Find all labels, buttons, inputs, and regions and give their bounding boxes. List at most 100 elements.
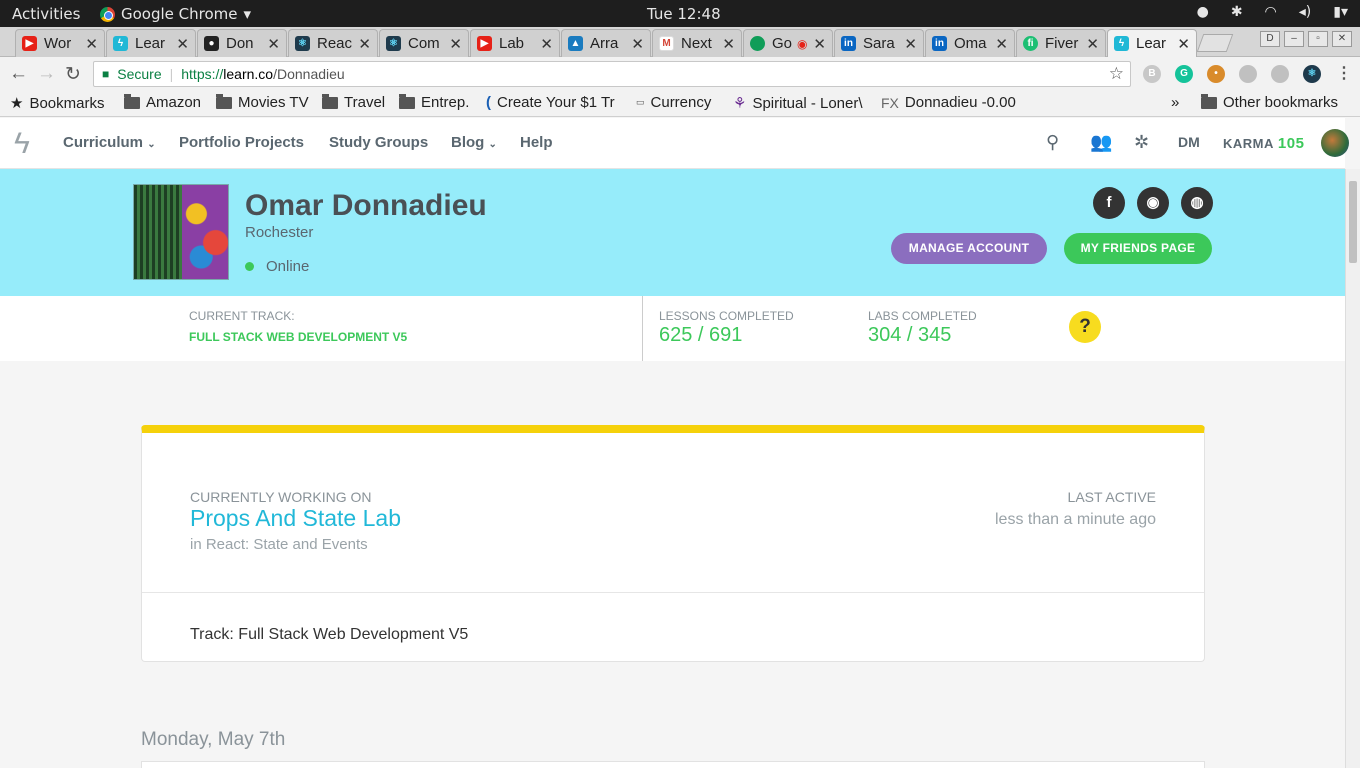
extension-b-icon[interactable]: B	[1143, 65, 1161, 83]
current-unit: in React: State and Events	[190, 536, 368, 553]
close-icon[interactable]: ✕	[449, 35, 462, 53]
tab-label: Go	[772, 35, 793, 52]
browser-tab[interactable]: in Sara ✕	[834, 29, 924, 57]
activities-button[interactable]: Activities	[12, 5, 80, 23]
app-name: Google Chrome	[121, 5, 238, 23]
nav-help[interactable]: Help	[520, 134, 553, 151]
track-label: CURRENT TRACK:	[189, 309, 295, 323]
close-icon[interactable]: ✕	[813, 35, 826, 53]
user-avatar[interactable]	[1321, 129, 1349, 157]
globe-icon[interactable]: ◍	[1181, 187, 1213, 219]
volume-icon[interactable]: ◂)	[1299, 4, 1312, 20]
browser-tab[interactable]: Go ◉ ✕	[743, 29, 833, 57]
direct-messages-button[interactable]: DM	[1178, 134, 1200, 150]
close-icon[interactable]: ✕	[176, 35, 189, 53]
close-icon[interactable]: ✕	[267, 35, 280, 53]
zoom-icon[interactable]: ●	[1197, 4, 1209, 20]
github-icon[interactable]: ◉	[1137, 187, 1169, 219]
react-devtools-icon[interactable]: ⚛	[1303, 65, 1321, 83]
wifi-icon[interactable]: ◠	[1265, 4, 1277, 20]
close-icon[interactable]: ✕	[1086, 35, 1099, 53]
maximize-button[interactable]: ▫	[1308, 31, 1328, 47]
close-icon[interactable]: ✕	[85, 35, 98, 53]
bookmark-link[interactable]: ⚘ Spiritual - Loner\	[733, 94, 871, 113]
browser-tab-active[interactable]: ϟ Lear ✕	[1107, 29, 1197, 57]
reload-icon[interactable]: ↻	[65, 63, 81, 86]
site-icon: (	[486, 94, 491, 111]
close-icon[interactable]: ✕	[1177, 35, 1190, 53]
facebook-icon[interactable]: f	[1093, 187, 1125, 219]
close-icon[interactable]: ✕	[722, 35, 735, 53]
help-icon[interactable]: ?	[1069, 311, 1101, 343]
browser-tab[interactable]: ⚛ Reac ✕	[288, 29, 378, 57]
bookmark-label: Travel	[344, 94, 386, 111]
address-bar[interactable]: ■ Secure | https:// learn.co /Donnadieu …	[93, 61, 1131, 87]
browser-tab[interactable]: ⚛ Com ✕	[379, 29, 469, 57]
current-lesson-link[interactable]: Props And State Lab	[190, 505, 401, 532]
profile-icon[interactable]: D	[1260, 31, 1280, 47]
bookmark-link[interactable]: (Create Your $1 Tr	[486, 94, 624, 111]
extension-gray-icon[interactable]	[1239, 65, 1257, 83]
folder-icon	[216, 93, 232, 109]
close-icon[interactable]: ✕	[358, 35, 371, 53]
profile-location: Rochester	[245, 224, 314, 241]
manage-account-button[interactable]: MANAGE ACCOUNT	[891, 233, 1047, 264]
slack-icon[interactable]: ✲	[1134, 132, 1149, 153]
close-icon[interactable]: ✕	[631, 35, 644, 53]
bookmarks-overflow-button[interactable]: »	[1171, 94, 1179, 111]
my-friends-page-button[interactable]: MY FRIENDS PAGE	[1064, 233, 1212, 264]
nav-curriculum[interactable]: Curriculum ⌄	[63, 134, 156, 151]
tab-label: Fiver	[1045, 35, 1079, 52]
minimize-button[interactable]: –	[1284, 31, 1304, 47]
bookmark-folder[interactable]: Amazon	[124, 93, 201, 111]
bookmark-link[interactable]: ▭ Currency	[636, 94, 711, 111]
feed-card	[141, 761, 1205, 768]
close-icon[interactable]: ✕	[995, 35, 1008, 53]
fiverr-icon: fi	[1023, 36, 1038, 51]
track-value[interactable]: FULL STACK WEB DEVELOPMENT V5	[189, 330, 407, 344]
scrollbar-thumb[interactable]	[1349, 181, 1357, 263]
close-window-button[interactable]: ✕	[1332, 31, 1352, 47]
close-icon[interactable]: ✕	[540, 35, 553, 53]
tab-label: Oma	[954, 35, 987, 52]
tab-label: Lear	[1136, 35, 1167, 52]
graduation-cap-icon: ▲	[568, 36, 583, 51]
nav-blog[interactable]: Blog ⌄	[451, 134, 497, 151]
settings-icon[interactable]: ✱	[1231, 4, 1243, 20]
browser-tab[interactable]: ● Don ✕	[197, 29, 287, 57]
browser-tab[interactable]: ϟ Lear ✕	[106, 29, 196, 57]
nav-portfolio-projects[interactable]: Portfolio Projects	[179, 134, 304, 151]
search-icon[interactable]: ⚲	[1046, 132, 1059, 153]
clock[interactable]: Tue 12:48	[647, 5, 721, 23]
bookmarks-button[interactable]: ★ Bookmarks	[10, 94, 104, 113]
menu-dots-icon[interactable]: ⋮	[1335, 65, 1353, 83]
extension-gray-icon[interactable]	[1271, 65, 1289, 83]
browser-tab[interactable]: M Next ✕	[652, 29, 742, 57]
learn-logo-icon[interactable]: ϟ	[14, 127, 30, 161]
close-icon[interactable]: ✕	[904, 35, 917, 53]
bookmark-folder[interactable]: Other bookmarks	[1201, 93, 1338, 111]
tab-label: Don	[226, 35, 254, 52]
browser-tab[interactable]: ▶ Lab ✕	[470, 29, 560, 57]
bookmark-link[interactable]: FX Donnadieu -0.00	[881, 94, 1021, 111]
page-scrollbar[interactable]	[1345, 169, 1360, 768]
browser-tab[interactable]: ▲ Arra ✕	[561, 29, 651, 57]
bookmark-star-icon[interactable]: ☆	[1109, 64, 1124, 84]
friends-icon[interactable]: 👥	[1090, 132, 1112, 153]
browser-tab[interactable]: fi Fiver ✕	[1016, 29, 1106, 57]
forward-arrow-icon[interactable]: →	[37, 63, 56, 85]
back-arrow-icon[interactable]: ←	[9, 63, 28, 85]
browser-tab[interactable]: ▶ Wor ✕	[15, 29, 105, 57]
bookmark-folder[interactable]: Movies TV	[216, 93, 309, 111]
browser-tab[interactable]: in Oma ✕	[925, 29, 1015, 57]
system-tray[interactable]: ● ✱ ◠ ◂) ▮▾	[1197, 4, 1348, 20]
battery-icon[interactable]: ▮▾	[1333, 4, 1348, 20]
learn-icon: ϟ	[1114, 36, 1129, 51]
bookmark-folder[interactable]: Travel	[322, 93, 386, 111]
nav-study-groups[interactable]: Study Groups	[329, 134, 428, 151]
cookie-icon[interactable]: •	[1207, 65, 1225, 83]
new-tab-button[interactable]	[1196, 34, 1234, 52]
app-menu[interactable]: Google Chrome ▾	[100, 5, 251, 23]
grammarly-icon[interactable]: G	[1175, 65, 1193, 83]
bookmark-folder[interactable]: Entrep.	[399, 93, 469, 111]
